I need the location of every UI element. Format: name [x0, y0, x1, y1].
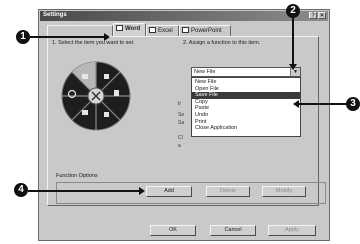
word-icon — [116, 25, 123, 31]
function-options-list[interactable]: New File Open File Save File Copy Paste … — [191, 77, 301, 137]
callout-2-arrow — [292, 18, 294, 64]
powerpoint-icon — [182, 27, 189, 33]
callout-3-arrow — [298, 103, 346, 105]
callout-3-arrowhead — [293, 100, 299, 108]
tab-powerpoint-label: PowerPoint — [191, 28, 222, 34]
hidden-label-4: Cl — [178, 135, 183, 141]
hidden-label-2: Se — [178, 112, 185, 118]
item-wheel — [61, 61, 131, 131]
tab-powerpoint[interactable]: PowerPoint — [179, 25, 231, 36]
option-item[interactable]: Open File — [192, 86, 300, 93]
callout-4: 4 — [14, 183, 28, 197]
tab-word[interactable]: Word — [113, 23, 146, 36]
callout-1-arrow — [30, 36, 105, 38]
tab-excel[interactable]: Excel — [146, 25, 179, 36]
callout-2: 2 — [286, 4, 300, 18]
option-item[interactable]: New File — [192, 79, 300, 86]
tab-word-label: Word — [125, 26, 141, 32]
title-bar[interactable]: Settings ? ✕ — [40, 11, 328, 21]
delete-button[interactable]: Delete — [206, 186, 250, 197]
tab-excel-label: Excel — [158, 28, 173, 34]
dialog-title: Settings — [43, 12, 67, 18]
function-options-label: Function Options — [56, 173, 98, 179]
step2-label: 2. Assign a function to this item. — [183, 40, 261, 46]
segment-icon-copy[interactable] — [104, 112, 109, 117]
option-item[interactable]: Paste — [192, 105, 300, 112]
option-item[interactable]: Copy — [192, 99, 300, 106]
callout-4-arrowhead — [139, 187, 145, 195]
excel-icon — [149, 27, 156, 33]
callout-2-arrowhead — [289, 64, 297, 70]
hidden-label-3: Sa — [178, 120, 185, 126]
callout-1: 1 — [16, 30, 30, 44]
apply-button[interactable]: Apply — [268, 225, 316, 236]
ok-button[interactable]: OK — [150, 225, 196, 236]
function-select-value: New File — [194, 69, 216, 75]
segment-icon-save[interactable] — [114, 90, 119, 96]
close-button[interactable]: ✕ — [318, 12, 326, 19]
segment-icon-file[interactable] — [82, 74, 88, 79]
option-item[interactable]: Print — [192, 119, 300, 126]
callout-4-arrow — [28, 190, 140, 192]
hidden-label-5: a — [178, 143, 181, 149]
hidden-label-1: Ir — [178, 101, 182, 107]
help-button[interactable]: ? — [309, 12, 317, 19]
function-select[interactable]: New File ▼ — [191, 67, 301, 77]
add-button[interactable]: Add — [146, 186, 192, 197]
option-item[interactable]: Undo — [192, 112, 300, 119]
segment-icon-print[interactable] — [82, 110, 88, 115]
step1-label: 1. Select the item you want to set. — [52, 40, 135, 46]
modify-button[interactable]: Modify — [262, 186, 306, 197]
callout-3: 3 — [346, 97, 360, 111]
callout-1-arrowhead — [104, 33, 110, 41]
option-item[interactable]: Close Application — [192, 125, 300, 132]
segment-icon-open[interactable] — [104, 74, 109, 79]
cancel-button[interactable]: Cancel — [210, 225, 256, 236]
option-item-selected[interactable]: Save File — [192, 92, 300, 99]
